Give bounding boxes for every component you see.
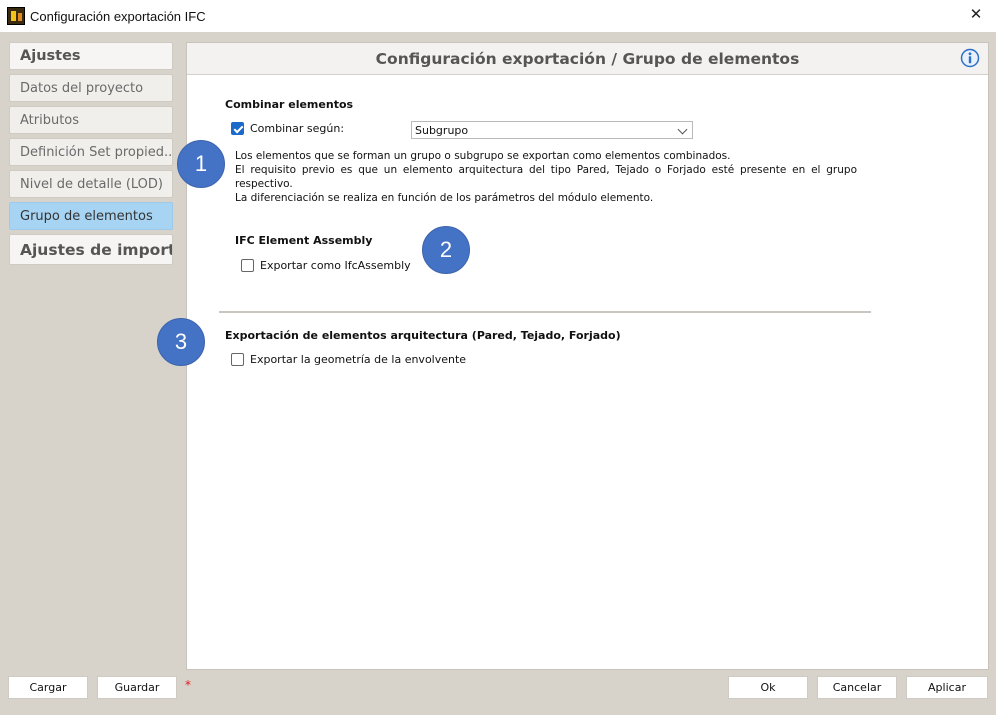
description-line: Los elementos que se forman un grupo o s… bbox=[235, 150, 731, 162]
app-icon bbox=[7, 7, 25, 25]
assembly-section-title: IFC Element Assembly bbox=[235, 234, 373, 247]
title-bar: Configuración exportación IFC ✕ bbox=[0, 0, 996, 32]
description-line: El requisito previo es que un elemento a… bbox=[235, 164, 857, 190]
combine-description: Los elementos que se forman un grupo o s… bbox=[235, 149, 857, 205]
close-icon[interactable]: ✕ bbox=[966, 5, 986, 23]
callout-marker-1: 1 bbox=[177, 140, 225, 188]
ok-button[interactable]: Ok bbox=[728, 676, 808, 699]
sidebar: Ajustes Datos del proyecto Atributos Def… bbox=[9, 42, 173, 269]
section-divider bbox=[219, 311, 871, 313]
callout-marker-2: 2 bbox=[422, 226, 470, 274]
load-button[interactable]: Cargar bbox=[8, 676, 88, 699]
window-title: Configuración exportación IFC bbox=[30, 8, 206, 24]
envelope-checkbox[interactable] bbox=[231, 353, 244, 366]
assembly-checkbox-label: Exportar como IfcAssembly bbox=[260, 259, 411, 272]
combine-section-title: Combinar elementos bbox=[225, 98, 354, 111]
panel-content: Combinar elementos Combinar según: Subgr… bbox=[187, 43, 988, 669]
assembly-checkbox[interactable] bbox=[241, 259, 254, 272]
sidebar-item-ajustes[interactable]: Ajustes bbox=[9, 42, 173, 70]
apply-button[interactable]: Aplicar bbox=[906, 676, 988, 699]
description-line: La diferenciación se realiza en función … bbox=[235, 192, 654, 204]
sidebar-item-atributos[interactable]: Atributos bbox=[9, 106, 173, 134]
chevron-down-icon bbox=[677, 124, 688, 135]
dialog-client-area: Ajustes Datos del proyecto Atributos Def… bbox=[0, 32, 996, 715]
cancel-button[interactable]: Cancelar bbox=[817, 676, 897, 699]
sidebar-item-definicion-set[interactable]: Definición Set propied... bbox=[9, 138, 173, 166]
sidebar-item-grupo-elementos[interactable]: Grupo de elementos bbox=[9, 202, 173, 230]
sidebar-item-datos-proyecto[interactable]: Datos del proyecto bbox=[9, 74, 173, 102]
callout-marker-3: 3 bbox=[157, 318, 205, 366]
modified-indicator: * bbox=[185, 678, 191, 692]
combine-by-select[interactable]: Subgrupo bbox=[411, 121, 693, 139]
combine-by-value: Subgrupo bbox=[415, 123, 469, 137]
combine-checkbox[interactable] bbox=[231, 122, 244, 135]
architecture-section-title: Exportación de elementos arquitectura (P… bbox=[225, 329, 621, 342]
save-button[interactable]: Guardar bbox=[97, 676, 177, 699]
settings-panel: Configuración exportación / Grupo de ele… bbox=[186, 42, 989, 670]
sidebar-item-ajustes-importacion[interactable]: Ajustes de import... bbox=[9, 234, 173, 265]
envelope-checkbox-label: Exportar la geometría de la envolvente bbox=[250, 353, 467, 366]
combine-checkbox-label: Combinar según: bbox=[250, 122, 345, 135]
sidebar-item-nivel-detalle[interactable]: Nivel de detalle (LOD) bbox=[9, 170, 173, 198]
